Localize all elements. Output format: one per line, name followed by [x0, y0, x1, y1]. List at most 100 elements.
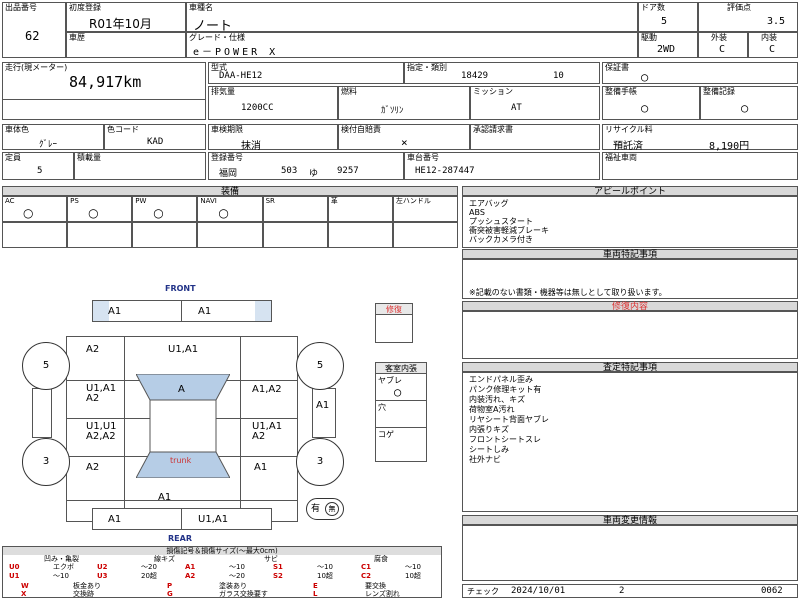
- legend-rows: U0 エクボ U2 〜20 A1 〜10 S1 〜10 C1 〜10 U1 〜10 U3 20超 A2 〜20…: [3, 563, 441, 581]
- legend-cell: A2: [185, 572, 196, 580]
- lot-number-label: 出品番号: [5, 3, 37, 12]
- load-cell: 積載量: [74, 152, 206, 180]
- legend-cell: S1: [273, 563, 283, 571]
- legend-cell: 〜10: [229, 563, 245, 571]
- legend-cell-2: ガラス交換要す: [219, 590, 268, 598]
- mission-label: ミッション: [473, 87, 513, 96]
- equipment-value: ○: [218, 206, 229, 220]
- inspection-value: 抹消: [241, 141, 261, 152]
- doors-cell: ドア数 5: [638, 2, 698, 32]
- equipment-label: NAVI: [200, 197, 217, 205]
- panel-front-door-right: A1,A2: [252, 384, 282, 395]
- recycle-cell: リサイクル料 預託済 8,190円: [602, 124, 798, 152]
- manual-label: 整備手帳: [605, 87, 637, 96]
- legend-cell: U0: [9, 563, 20, 571]
- spare-present-label: 有: [311, 504, 321, 514]
- special-notes-title: 車両特記事項: [462, 249, 798, 260]
- equipment-cell: PW ○: [132, 196, 198, 222]
- legend-cell: U2: [97, 563, 108, 571]
- legend-cell: 〜20: [141, 563, 157, 571]
- load-label: 積載量: [77, 153, 101, 162]
- plate-label: 登録番号: [211, 153, 243, 162]
- displacement-label: 排気量: [211, 87, 235, 96]
- interior-label: 内装: [761, 33, 777, 42]
- legend-heads: 凹み・亀裂 線キズ サビ 腐食: [3, 555, 441, 563]
- record-value: ○: [741, 101, 749, 115]
- equipment-cell: 左ハンドル: [392, 196, 458, 222]
- equipment-cell-extra: [132, 222, 198, 248]
- check-label: チェック: [467, 587, 499, 596]
- model-name-label: 車種名: [189, 3, 213, 12]
- left-side-panel: [32, 388, 52, 438]
- equipment-label: 左ハンドル: [395, 197, 431, 205]
- legend-cell-2: G: [167, 590, 173, 598]
- check-code: 0062: [761, 586, 783, 596]
- legend-cell: 〜20: [229, 572, 245, 580]
- legend-rows2: W 板金あり P 塗装あり E 要交換 X 交換跡 G ガラス交換要す L レンズ割れ: [3, 582, 441, 598]
- doors-value: 5: [661, 16, 668, 27]
- change-info-title: 車両変更情報: [462, 515, 798, 526]
- wheel-rear-left: 3: [22, 438, 70, 486]
- equipment-cell-extra: [262, 222, 328, 248]
- legend-cell: 10超: [317, 572, 333, 580]
- panel-roof: A: [178, 384, 185, 395]
- wheel-front-right: 5: [296, 342, 344, 390]
- manual-value: ○: [641, 101, 649, 115]
- designation-label: 指定・類別: [407, 63, 447, 72]
- legend-cell-2: 要交換: [365, 582, 386, 590]
- warranty-cell: 保証書 ○: [602, 62, 798, 84]
- legend-head: サビ: [264, 555, 278, 563]
- rear-label: REAR: [168, 534, 192, 543]
- capacity-value: 5: [37, 166, 43, 176]
- panel-hood: U1,A1: [168, 344, 199, 355]
- legend-cell-2: E: [313, 582, 318, 590]
- panel-front-left: A1: [108, 306, 122, 317]
- legend-cell-2: X: [21, 590, 27, 598]
- designation-cell: 指定・類別 18429 10: [404, 62, 600, 84]
- exterior-value: C: [719, 44, 726, 55]
- inspection-line: 社外ナビ: [469, 455, 501, 464]
- legend-cell: C2: [361, 572, 372, 580]
- color-code-label: 色コード: [107, 125, 139, 134]
- appeal-panel: エアバッグ ABS プッシュスタート 衝突被害軽減ブレーキ バックカメラ付き: [462, 196, 798, 248]
- appeal-line: バックカメラ付き: [469, 235, 533, 244]
- plate-kana: ゆ: [309, 169, 319, 179]
- equipment-title: 装備: [2, 186, 458, 197]
- legend-cell-2: L: [313, 590, 318, 598]
- repair-panel: [462, 311, 798, 359]
- repair-title: 修復内容: [462, 301, 798, 312]
- change-info-panel: [462, 525, 798, 581]
- approval-label: 承認請求書: [473, 125, 513, 134]
- equipment-value: ○: [88, 206, 99, 220]
- grade-value: e－POWER X: [193, 47, 279, 58]
- designation-value: 18429: [461, 71, 489, 81]
- inspection-line: 内装汚れ、キズ: [469, 395, 526, 404]
- recycle-status: 預託済: [613, 141, 643, 152]
- exterior-label: 外装: [711, 33, 727, 42]
- car-diagram: FRONT A1 A1 A2 U1,A1 U1,A1 A2 A A1,A2 U1…: [0, 280, 370, 543]
- equipment-cell-extra: [197, 222, 263, 248]
- check-date: 2024/10/01: [511, 586, 566, 596]
- panel-hood-left: A2: [86, 344, 100, 355]
- drive-label: 駆動: [641, 33, 657, 42]
- equipment-cell: AC ○: [2, 196, 68, 222]
- mileage-value: 84,917km: [69, 73, 142, 91]
- grade-label: グレード・仕様: [189, 33, 245, 42]
- legend-cell: A1: [185, 563, 196, 571]
- equipment-label: SR: [265, 197, 275, 205]
- mission-value: AT: [511, 103, 522, 113]
- liability-value: ×: [401, 136, 408, 149]
- equipment-label: 革: [330, 197, 338, 205]
- doors-label: ドア数: [641, 3, 665, 12]
- mileage-cell: 走行(現メーター) 84,917km: [2, 62, 206, 120]
- approval-cell: 承認請求書: [470, 124, 600, 150]
- equipment-cell: 革: [327, 196, 393, 222]
- inspection-line: 内張りキズ: [469, 425, 509, 434]
- legend-cell-2: 交換跡: [73, 590, 94, 598]
- legend-cell: 〜10: [317, 563, 333, 571]
- legend-title: 損傷記号＆損傷サイズ(〜最大0cm): [3, 547, 441, 555]
- legend-cell: エクボ: [53, 563, 74, 571]
- plate-region: 福岡: [219, 169, 238, 179]
- equipment-cell: SR: [262, 196, 328, 222]
- panel-rear-right: A1: [254, 462, 268, 473]
